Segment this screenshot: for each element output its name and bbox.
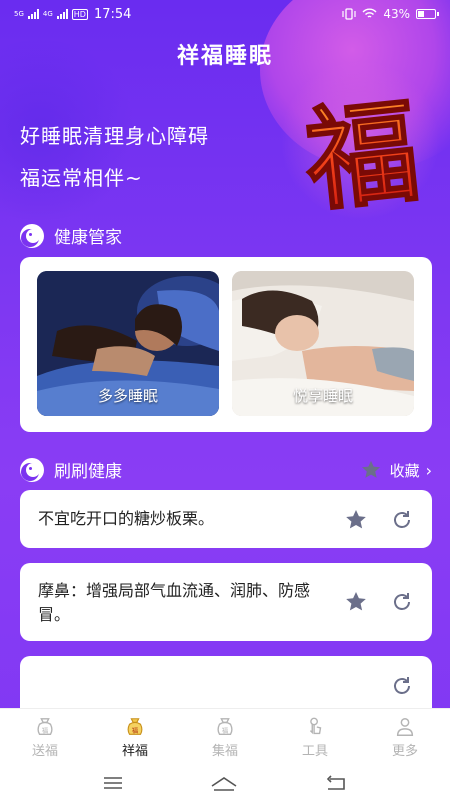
favorites-label: 收藏 [389,461,420,480]
status-bar: 5G 4G HD 17:54 43% [0,0,450,28]
brush-section-header: 刷刷健康 [20,457,122,482]
fu-bag-icon: 福 [217,718,233,736]
tip-text: 不宜吃开口的糖炒板栗。 [38,509,215,528]
fu-bag-icon: 福 [127,718,143,735]
refresh-icon[interactable] [390,508,414,532]
sleep-card-label: 悦享睡眠 [292,387,353,405]
tab-xiangfu[interactable]: 福 祥福 [90,709,180,766]
tip-text: 摩鼻：增强局部气血流通、润肺、防感冒。 [38,581,311,624]
favorites-link[interactable]: 收藏 › [360,459,432,481]
fu-logo: 福 [298,95,426,215]
battery-percent: 43% [383,7,410,21]
tab-label: 送福 [31,744,58,759]
hd-badge: HD [71,8,88,20]
sleep-card-duoduo[interactable]: 多多睡眠 [37,271,219,416]
battery-icon [416,9,439,19]
health-section-header: 健康管家 [20,223,122,248]
svg-text:福: 福 [222,726,229,735]
tab-label: 集福 [211,744,238,759]
star-icon[interactable] [344,590,368,614]
signal-icon [56,9,68,19]
tip-card: 摩鼻：增强局部气血流通、润肺、防感冒。 [20,563,432,641]
svg-text:福: 福 [42,726,49,735]
hero-slogan-line2: 福运常相伴~ [20,166,143,190]
system-nav-bar [0,766,450,800]
vibrate-icon [342,8,356,20]
back-icon[interactable] [324,774,348,792]
svg-text:福: 福 [299,95,425,215]
brush-section-title: 刷刷健康 [54,462,122,482]
sleep-card-label: 多多睡眠 [97,387,158,405]
fu-bag-icon: 福 [37,718,53,736]
tab-label: 祥福 [121,744,148,759]
tab-songfu[interactable]: 福 送福 [0,709,90,766]
person-icon [396,718,414,736]
tab-label: 工具 [301,744,328,759]
tab-tools[interactable]: 工具 [270,709,360,766]
page-title: 祥福睡眠 [176,44,273,69]
tab-label: 更多 [391,744,418,759]
bottom-tab-bar: 福 送福 福 祥福 福 集福 工具 更多 [0,708,450,766]
moon-icon [20,223,44,248]
sleep-card-yuexiang[interactable]: 悦享睡眠 [232,271,414,416]
star-icon[interactable] [344,508,368,532]
home-icon[interactable] [209,774,239,792]
tab-more[interactable]: 更多 [360,709,450,766]
clock: 17:54 [93,6,132,22]
wifi-icon [362,8,377,18]
health-section-title: 健康管家 [54,228,122,248]
health-cards-panel: 多多睡眠 悦享睡眠 [20,257,432,432]
menu-icon[interactable] [102,775,124,791]
tool-hand-icon [309,717,322,735]
hero-slogan-line1: 好睡眠清理身心障碍 [20,124,209,148]
network-type: 4G [42,9,53,18]
chevron-right-icon: › [425,460,432,480]
tip-card: 不宜吃开口的糖炒板栗。 [20,490,432,548]
signal-icon [27,9,39,19]
refresh-icon[interactable] [390,590,414,614]
moon-icon [20,457,44,482]
svg-text:福: 福 [132,726,139,735]
network-type: 5G [14,9,24,18]
refresh-icon[interactable] [390,674,414,698]
tab-jifu[interactable]: 福 集福 [180,709,270,766]
star-icon [361,460,380,478]
